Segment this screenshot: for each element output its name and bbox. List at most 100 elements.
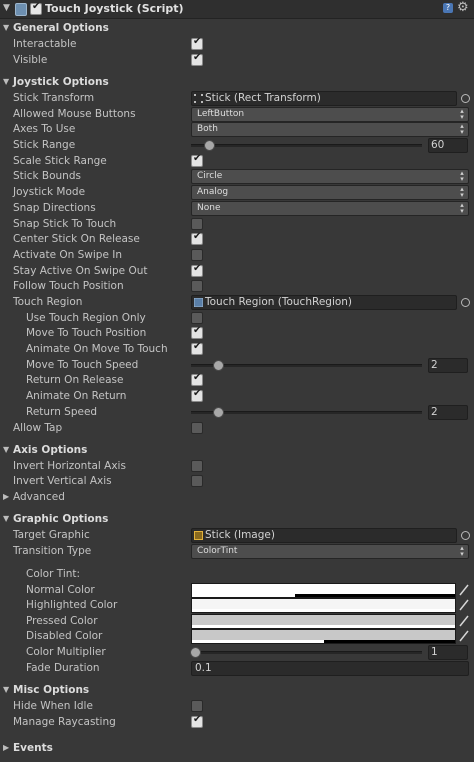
section-label: Graphic Options (13, 513, 109, 525)
stick-range-input[interactable]: 60 (428, 138, 468, 153)
help-icon[interactable]: ? (443, 3, 453, 13)
move-to-touch-speed-input[interactable]: 2 (428, 358, 468, 373)
return-speed-input[interactable]: 2 (428, 405, 468, 420)
field-label: Snap Stick To Touch (13, 218, 117, 230)
section-label: General Options (13, 22, 109, 34)
section-graphic-options[interactable]: ▼ Graphic Options (0, 512, 474, 528)
section-label: Misc Options (13, 684, 90, 696)
disabled-color-swatch[interactable] (191, 629, 456, 644)
fold-right-icon[interactable]: ▶ (3, 743, 9, 752)
activate-on-swipe-in-checkbox[interactable] (191, 249, 203, 261)
object-picker-icon[interactable] (461, 531, 470, 540)
allowed-mouse-buttons-dropdown[interactable]: LeftButton ▴ ▾ (191, 107, 469, 122)
animate-on-move-to-touch-checkbox[interactable] (191, 341, 203, 355)
fold-down-icon[interactable]: ▼ (3, 23, 9, 32)
field-label: Interactable (13, 38, 77, 50)
row-pressed-color: Pressed Color (0, 614, 474, 629)
normal-color-swatch[interactable] (191, 583, 456, 598)
stay-active-on-swipe-out-checkbox[interactable] (191, 263, 203, 277)
eyedropper-icon[interactable] (458, 629, 470, 643)
center-stick-on-release-checkbox[interactable] (191, 231, 203, 245)
use-touch-region-only-checkbox[interactable] (191, 312, 203, 324)
stick-bounds-dropdown[interactable]: Circle ▴ ▾ (191, 169, 469, 184)
fade-duration-input[interactable]: 0.1 (191, 661, 469, 676)
field-label: Allowed Mouse Buttons (13, 108, 136, 120)
section-joystick-options[interactable]: ▼ Joystick Options (0, 75, 474, 91)
pressed-color-swatch[interactable] (191, 614, 456, 629)
row-move-to-touch-position: Move To Touch Position (0, 325, 474, 341)
fold-down-icon[interactable]: ▼ (3, 514, 9, 523)
animate-on-return-checkbox[interactable] (191, 388, 203, 402)
color-multiplier-slider-thumb[interactable] (190, 647, 201, 658)
move-to-touch-speed-slider-thumb[interactable] (213, 360, 225, 371)
fold-right-icon[interactable]: ▶ (3, 492, 9, 501)
eyedropper-icon[interactable] (458, 583, 470, 597)
number-value: 2 (431, 406, 438, 418)
hide-when-idle-checkbox[interactable] (191, 700, 203, 712)
field-label: Snap Directions (13, 202, 96, 214)
dropdown-arrows-icon: ▴ ▾ (460, 107, 464, 121)
return-speed-slider[interactable] (191, 411, 422, 414)
component-enabled-checkbox[interactable] (30, 1, 42, 15)
section-events[interactable]: ▶ Events (0, 741, 474, 757)
color-multiplier-input[interactable]: 1 (428, 645, 468, 660)
stick-transform-field[interactable]: Stick (Rect Transform) (191, 91, 457, 106)
dropdown-value: LeftButton (197, 109, 245, 119)
transition-type-dropdown[interactable]: ColorTint ▴ ▾ (191, 544, 469, 559)
field-label: Return On Release (26, 374, 124, 386)
return-on-release-checkbox[interactable] (191, 372, 203, 386)
stick-range-slider[interactable] (191, 144, 422, 147)
fold-down-icon[interactable]: ▼ (3, 445, 9, 454)
move-to-touch-speed-slider[interactable] (191, 364, 422, 367)
stick-range-slider-thumb[interactable] (203, 140, 215, 151)
eyedropper-icon[interactable] (458, 614, 470, 628)
component-title: Touch Joystick (Script) (45, 2, 184, 15)
fold-down-icon[interactable]: ▼ (3, 77, 9, 86)
section-misc-options[interactable]: ▼ Misc Options (0, 683, 474, 699)
move-to-touch-position-checkbox[interactable] (191, 325, 203, 339)
fold-down-icon[interactable]: ▼ (3, 3, 10, 13)
script-icon (15, 3, 27, 16)
follow-touch-position-checkbox[interactable] (191, 280, 203, 292)
advanced-foldout[interactable]: ▶ Advanced (0, 490, 474, 505)
alpha-bar-fill (192, 594, 295, 597)
field-label: Animate On Return (26, 390, 127, 402)
return-speed-slider-thumb[interactable] (213, 407, 225, 418)
alpha-bar-fill (192, 609, 455, 612)
field-label: Manage Raycasting (13, 716, 116, 728)
gear-icon[interactable]: ⚙ (457, 0, 469, 15)
field-label: Use Touch Region Only (26, 312, 146, 324)
section-general-options[interactable]: ▼ General Options (0, 21, 474, 37)
dropdown-value: ColorTint (197, 546, 238, 556)
axes-to-use-dropdown[interactable]: Both ▴ ▾ (191, 122, 469, 137)
field-label: Stick Bounds (13, 170, 81, 182)
dropdown-value: Both (197, 124, 218, 134)
object-picker-icon[interactable] (461, 94, 470, 103)
field-label: Invert Vertical Axis (13, 475, 112, 487)
eyedropper-icon[interactable] (458, 598, 470, 612)
visible-checkbox[interactable] (191, 52, 203, 66)
number-value: 60 (431, 139, 445, 151)
touch-region-field[interactable]: Touch Region (TouchRegion) (191, 295, 457, 310)
row-center-stick-on-release: Center Stick On Release (0, 231, 474, 247)
scale-stick-range-checkbox[interactable] (191, 153, 203, 167)
field-label: Animate On Move To Touch (26, 343, 168, 355)
invert-horizontal-axis-checkbox[interactable] (191, 460, 203, 472)
highlighted-color-swatch[interactable] (191, 598, 456, 613)
rect-transform-icon (194, 94, 203, 103)
interactable-checkbox[interactable] (191, 36, 203, 50)
object-picker-icon[interactable] (461, 298, 470, 307)
snap-stick-to-touch-checkbox[interactable] (191, 218, 203, 230)
touch-region-icon (194, 298, 203, 307)
manage-raycasting-checkbox[interactable] (191, 714, 203, 728)
target-graphic-field[interactable]: Stick (Image) (191, 528, 457, 543)
field-label: Color Multiplier (26, 646, 106, 658)
color-multiplier-slider[interactable] (191, 651, 422, 654)
image-icon (194, 531, 203, 540)
invert-vertical-axis-checkbox[interactable] (191, 475, 203, 487)
snap-directions-dropdown[interactable]: None ▴ ▾ (191, 201, 469, 216)
allow-tap-checkbox[interactable] (191, 422, 203, 434)
section-axis-options[interactable]: ▼ Axis Options (0, 443, 474, 459)
fold-down-icon[interactable]: ▼ (3, 685, 9, 694)
joystick-mode-dropdown[interactable]: Analog ▴ ▾ (191, 185, 469, 200)
